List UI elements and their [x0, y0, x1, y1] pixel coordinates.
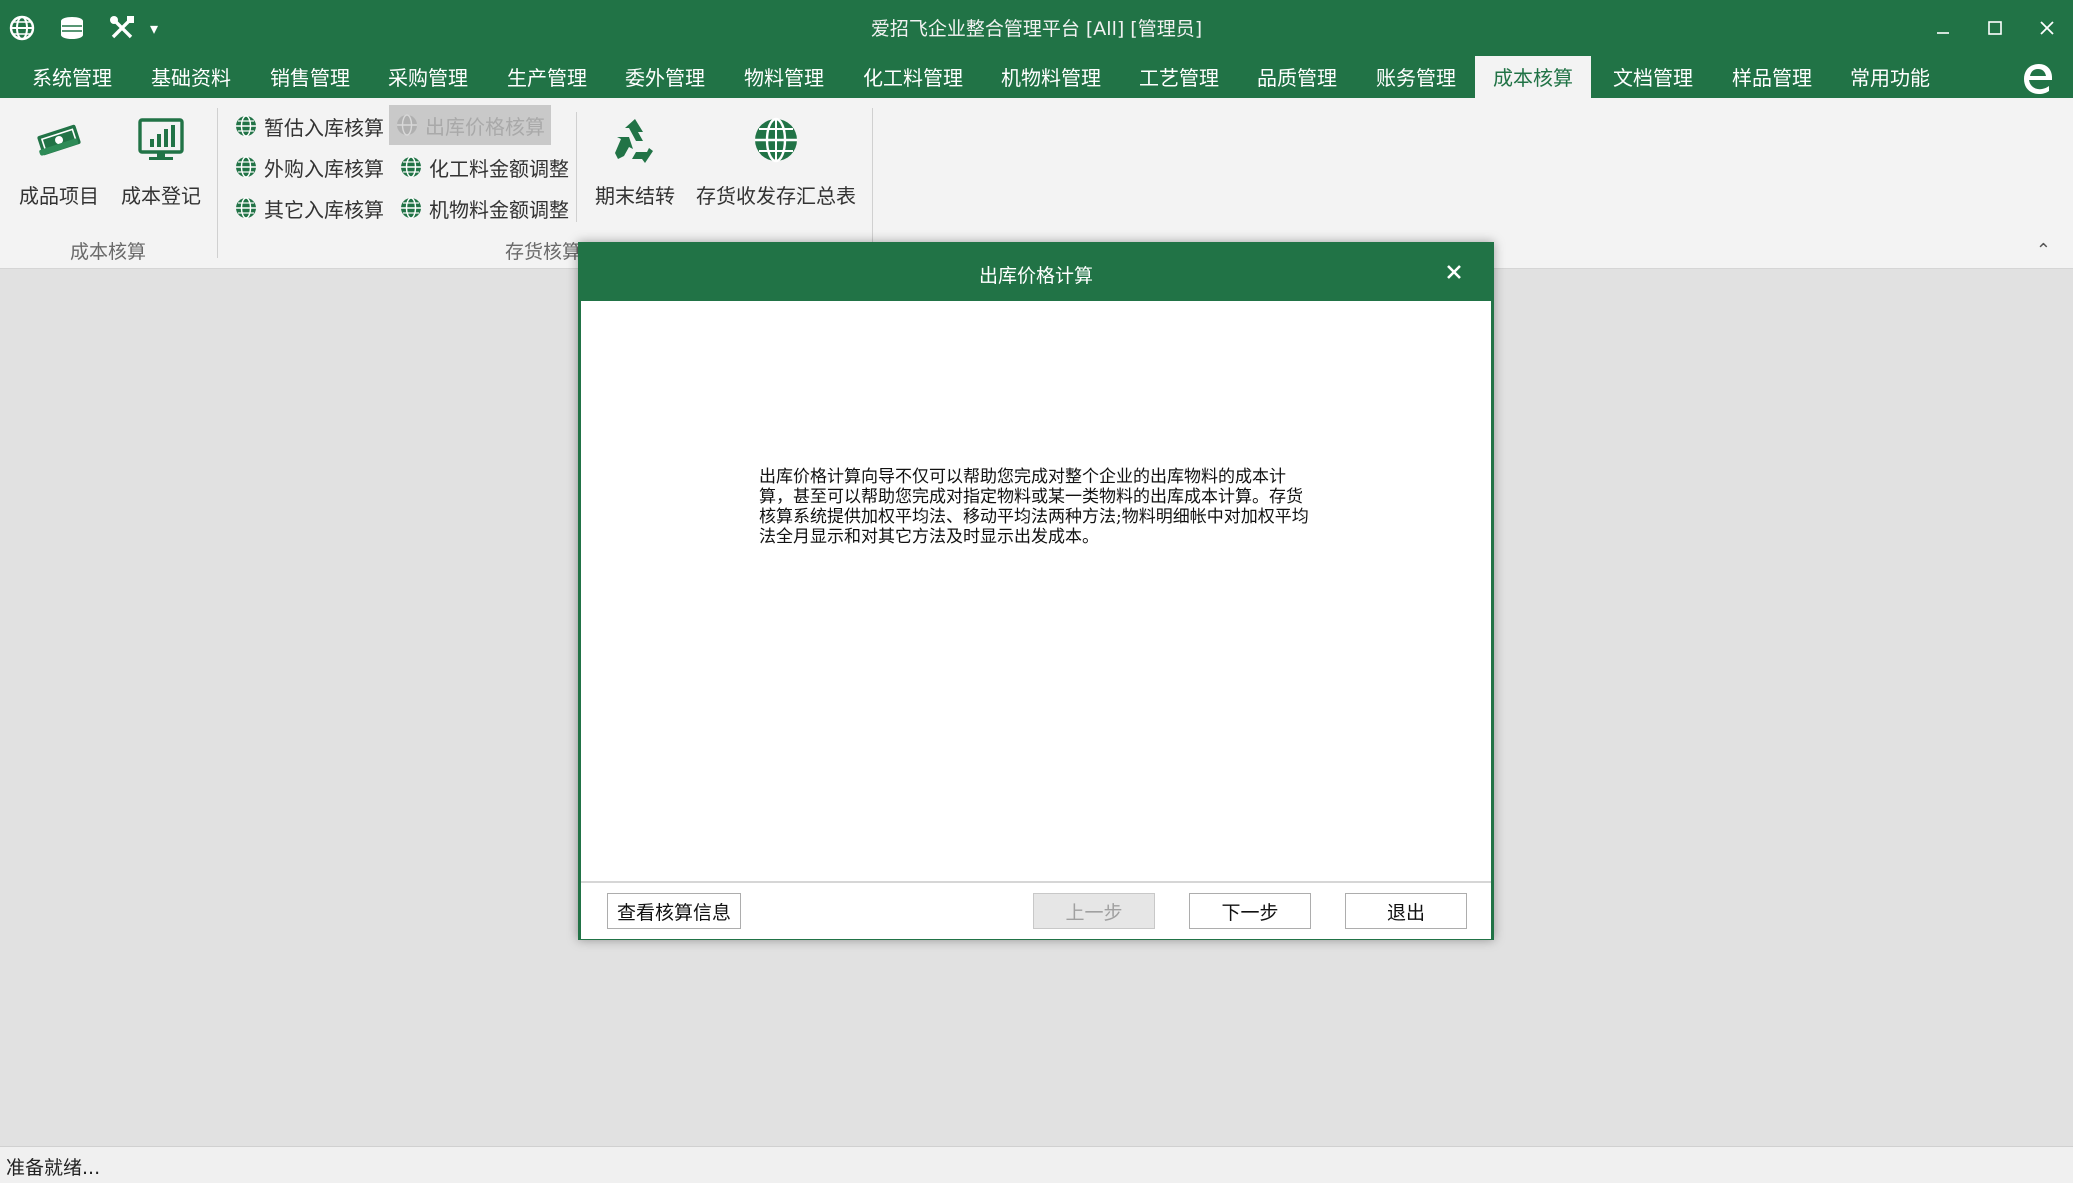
- tab-documents[interactable]: 文档管理: [1599, 56, 1707, 98]
- other-receipt-button[interactable]: 其它入库核算: [228, 190, 390, 226]
- tab-outsourcing[interactable]: 委外管理: [611, 56, 719, 98]
- cost-register-label: 成本登记: [121, 184, 201, 208]
- minimize-icon[interactable]: [1917, 6, 1969, 50]
- machine-material-adjust-label: 机物料金额调整: [429, 197, 569, 222]
- tab-common[interactable]: 常用功能: [1836, 56, 1944, 98]
- estimated-receipt-button[interactable]: 暂估入库核算: [228, 108, 390, 144]
- menu-tabs: 系统管理 基础资料 销售管理 采购管理 生产管理 委外管理 物料管理 化工料管理…: [0, 56, 2073, 98]
- dialog-footer: 查看核算信息 上一步 下一步 退出: [581, 881, 1491, 939]
- tab-basic-data[interactable]: 基础资料: [137, 56, 245, 98]
- outbound-price-dialog: 出库价格计算 出库价格计算向导不仅可以帮助您完成对整个企业的出库物料的成本计算，…: [578, 242, 1494, 940]
- globe-icon: [696, 112, 856, 168]
- dialog-title: 出库价格计算: [978, 265, 1093, 287]
- period-end-transfer-button[interactable]: 期末结转: [588, 112, 682, 209]
- tab-purchase[interactable]: 采购管理: [374, 56, 482, 98]
- machine-material-adjust-button[interactable]: 机物料金额调整: [393, 190, 575, 226]
- outbound-price-button[interactable]: 出库价格核算: [389, 105, 551, 145]
- tab-quality[interactable]: 品质管理: [1243, 56, 1351, 98]
- outbound-price-label: 出库价格核算: [425, 114, 545, 139]
- tab-process[interactable]: 工艺管理: [1125, 56, 1233, 98]
- finished-product-label: 成品项目: [19, 184, 99, 208]
- ribbon-separator: [576, 112, 577, 222]
- globe-icon: [401, 156, 421, 178]
- globe-icon: [236, 115, 256, 137]
- title-bar: ▾ 爱招飞企业整合管理平台 [All] [管理员]: [0, 0, 2073, 56]
- purchase-receipt-button[interactable]: 外购入库核算: [228, 149, 390, 185]
- group-label-inventory-accounting: 存货核算: [505, 241, 582, 263]
- dialog-body: 出库价格计算向导不仅可以帮助您完成对整个企业的出库物料的成本计算，甚至可以帮助您…: [581, 301, 1491, 881]
- inventory-summary-button[interactable]: 存货收发存汇总表: [696, 112, 856, 209]
- tab-samples[interactable]: 样品管理: [1718, 56, 1826, 98]
- purchase-receipt-label: 外购入库核算: [264, 156, 384, 181]
- money-stack-icon: [16, 112, 102, 168]
- tab-system[interactable]: 系统管理: [18, 56, 126, 98]
- globe-icon: [236, 156, 256, 178]
- period-end-transfer-label: 期末结转: [595, 184, 675, 208]
- bar-chart-monitor-icon: [118, 112, 204, 168]
- recycle-icon: [588, 112, 682, 168]
- tab-materials[interactable]: 物料管理: [730, 56, 838, 98]
- globe-icon: [397, 114, 417, 136]
- status-bar: 准备就绪...: [0, 1146, 2073, 1183]
- status-text: 准备就绪...: [6, 1157, 101, 1179]
- tab-production[interactable]: 生产管理: [493, 56, 601, 98]
- dialog-close-icon[interactable]: [1439, 257, 1469, 287]
- collapse-ribbon-icon[interactable]: ⌃: [2036, 240, 2051, 261]
- other-receipt-label: 其它入库核算: [264, 197, 384, 222]
- cost-register-button[interactable]: 成本登记: [118, 112, 204, 209]
- window-title: 爱招飞企业整合管理平台 [All] [管理员]: [870, 18, 1203, 40]
- group-label-cost-accounting: 成本核算: [70, 241, 147, 263]
- ribbon-separator: [217, 108, 218, 258]
- globe-icon: [236, 197, 256, 219]
- close-icon[interactable]: [2021, 6, 2073, 50]
- maximize-icon[interactable]: [1969, 6, 2021, 50]
- view-accounting-info-button[interactable]: 查看核算信息: [607, 893, 741, 929]
- tab-chemicals[interactable]: 化工料管理: [849, 56, 977, 98]
- globe-icon: [401, 197, 421, 219]
- tab-machine-materials[interactable]: 机物料管理: [987, 56, 1115, 98]
- tab-cost-accounting[interactable]: 成本核算: [1475, 56, 1591, 98]
- dialog-title-bar[interactable]: 出库价格计算: [581, 245, 1491, 301]
- chemical-adjust-label: 化工料金额调整: [429, 156, 569, 181]
- estimated-receipt-label: 暂估入库核算: [264, 115, 384, 140]
- tab-accounts[interactable]: 账务管理: [1362, 56, 1470, 98]
- previous-step-button[interactable]: 上一步: [1033, 893, 1155, 929]
- ribbon-separator: [872, 108, 873, 258]
- next-step-button[interactable]: 下一步: [1189, 893, 1311, 929]
- exit-button[interactable]: 退出: [1345, 893, 1467, 929]
- wizard-description: 出库价格计算向导不仅可以帮助您完成对整个企业的出库物料的成本计算，甚至可以帮助您…: [759, 467, 1309, 547]
- chemical-adjust-button[interactable]: 化工料金额调整: [393, 149, 575, 185]
- tab-sales[interactable]: 销售管理: [256, 56, 364, 98]
- browser-logo-icon[interactable]: [2021, 62, 2055, 96]
- finished-product-button[interactable]: 成品项目: [16, 112, 102, 209]
- inventory-summary-label: 存货收发存汇总表: [696, 184, 856, 208]
- window-controls: [1917, 6, 2073, 50]
